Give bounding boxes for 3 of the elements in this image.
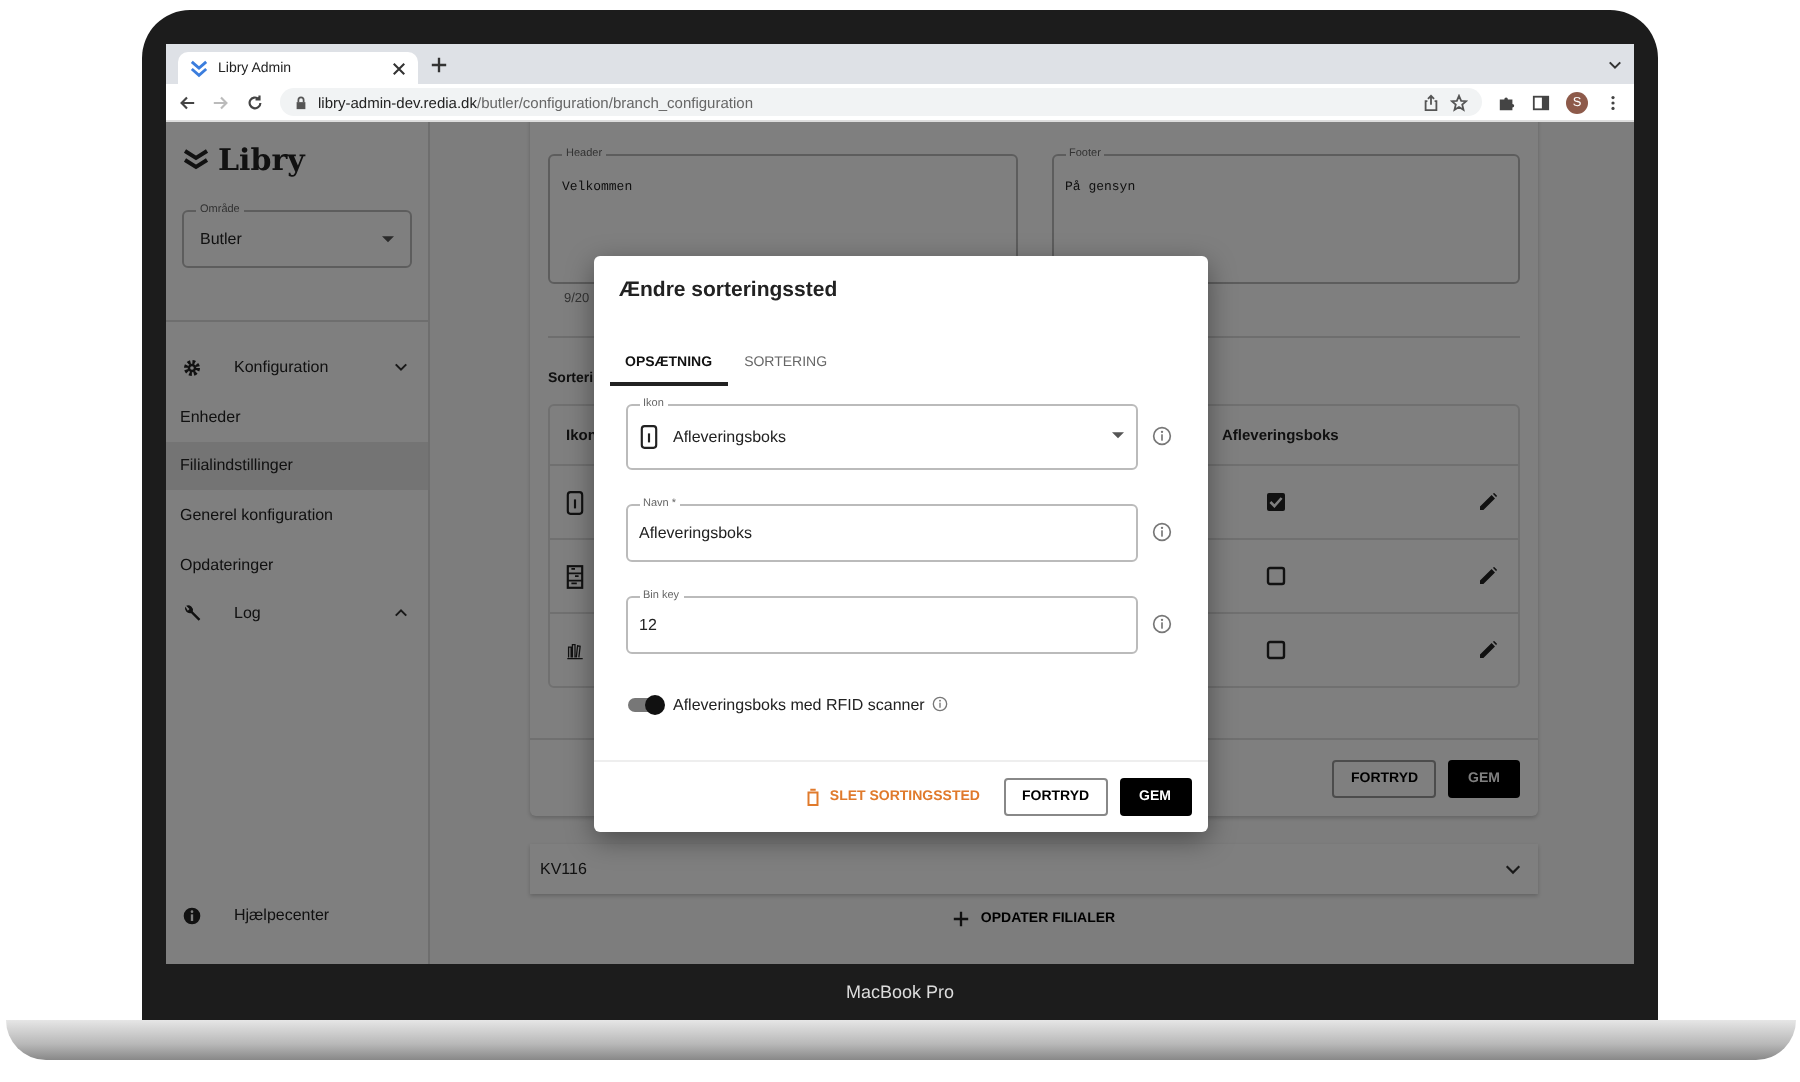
- logo-text: Libry: [218, 142, 305, 178]
- toggle-label: Afleveringsboks med RFID scanner: [673, 695, 925, 713]
- laptop-label: MacBook Pro: [845, 980, 955, 1006]
